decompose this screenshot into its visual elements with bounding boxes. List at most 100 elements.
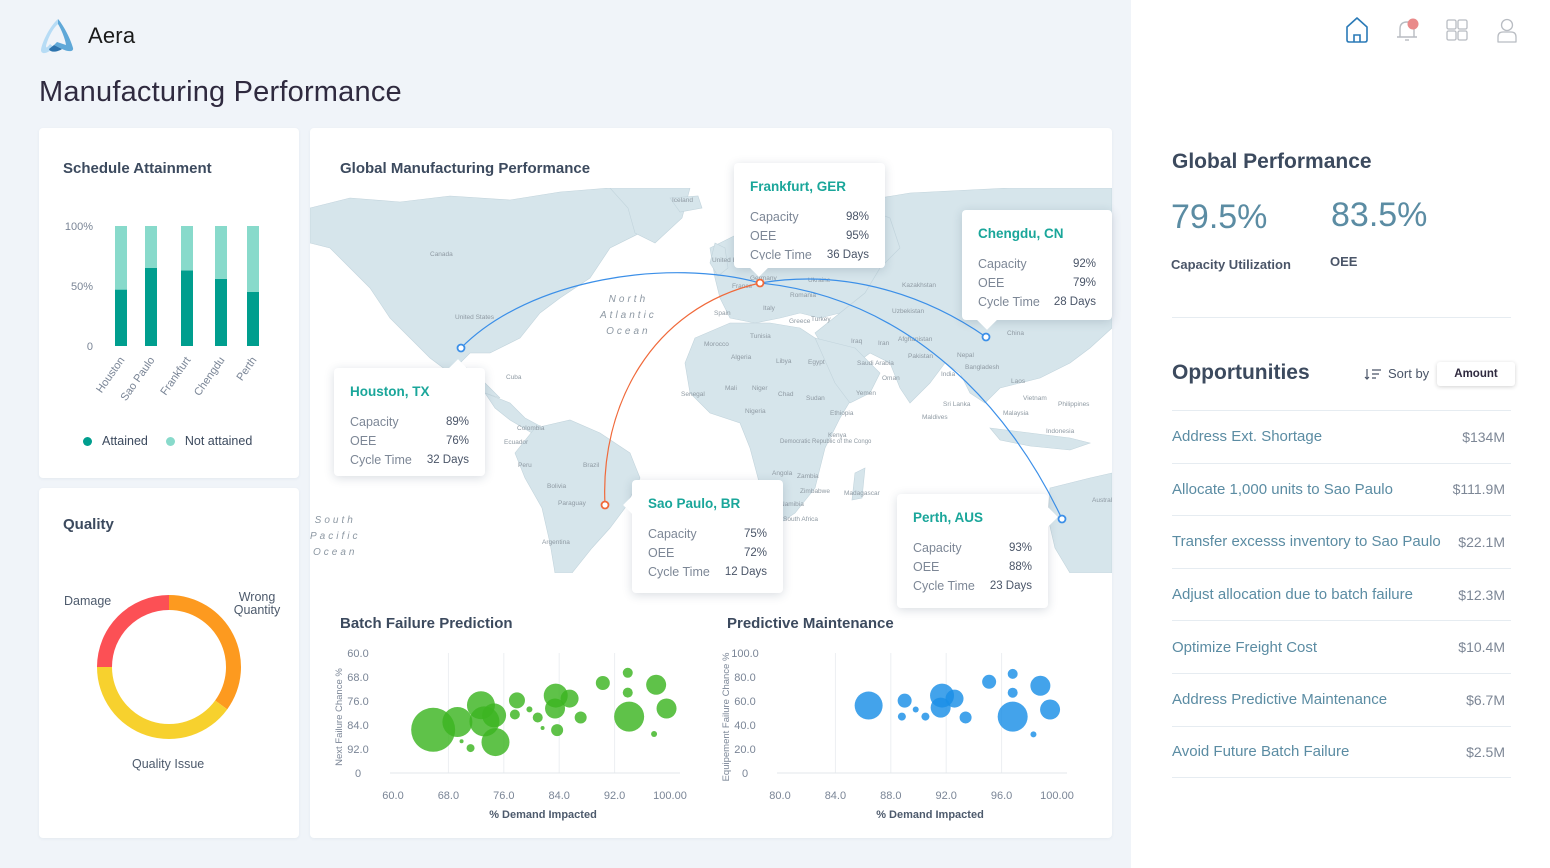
bubble[interactable]: [509, 709, 520, 720]
bubble[interactable]: [614, 701, 645, 732]
opportunity-item[interactable]: Allocate 1,000 units to Sao Paulo $111.9M: [1172, 462, 1511, 516]
aera-logo-icon: [41, 19, 74, 54]
opportunity-item[interactable]: Adjust allocation due to batch failure $1…: [1172, 567, 1511, 621]
sort-amount-button[interactable]: Amount: [1437, 362, 1515, 386]
bubble[interactable]: [622, 667, 633, 678]
capacity-utilization-value: 79.5%: [1171, 198, 1268, 236]
bubble[interactable]: [1007, 668, 1018, 679]
country-label: Turkey: [811, 316, 831, 323]
bubble[interactable]: [959, 711, 972, 724]
opportunity-item[interactable]: Avoid Future Batch Failure $2.5M: [1172, 725, 1511, 779]
site-card-perth[interactable]: Perth, AUS Capacity 93% OEE 88% Cycle Time…: [897, 494, 1058, 608]
site-capacity-row: Capacity 93%: [913, 541, 1032, 555]
bubble[interactable]: [540, 726, 545, 730]
bubble[interactable]: [912, 706, 919, 713]
bubble[interactable]: [459, 739, 464, 744]
bubble[interactable]: [532, 712, 543, 723]
legend-attained[interactable]: Attained: [83, 434, 148, 448]
bubble[interactable]: [997, 701, 1028, 732]
country-label: Laos: [1011, 378, 1026, 385]
bubble[interactable]: [651, 731, 658, 737]
donut-label-quality-issue: Quality Issue: [132, 757, 205, 771]
country-label: Argentina: [542, 539, 570, 546]
site-capacity-row: Capacity 89%: [350, 415, 469, 429]
site-city: Chengdu, CN: [978, 226, 1064, 241]
bubble[interactable]: [551, 724, 564, 737]
y-tick-label: 60.0: [734, 696, 755, 708]
site-card-frankfurt[interactable]: Frankfurt, GER Capacity 98% OEE 95% Cycle …: [734, 163, 885, 277]
site-oee-row: OEE 76%: [350, 434, 469, 448]
site-oee-row: OEE 79%: [978, 276, 1096, 290]
opportunity-name: Allocate 1,000 units to Sao Paulo: [1172, 480, 1393, 498]
site-card-houston[interactable]: Houston, TX Capacity 89% OEE 76% Cycle Tim…: [334, 359, 485, 476]
bubble[interactable]: [574, 711, 587, 724]
x-tick-label: 92.0: [604, 790, 625, 802]
quality-card: Quality Damage Wrong Quantity Quality Iss…: [39, 488, 299, 838]
x-tick-label: 92.0: [935, 790, 956, 802]
country-label: Namibia: [780, 501, 804, 508]
bubble[interactable]: [595, 676, 610, 690]
bubble[interactable]: [897, 693, 912, 708]
country-label: Egypt: [808, 359, 825, 366]
schedule-attainment-chart: 050%100%HoustonSao Paulo FrankfurtChengdu…: [65, 221, 260, 403]
bubble[interactable]: [508, 692, 525, 709]
country-label: Philippines: [1058, 401, 1090, 408]
quality-donut-chart: [97, 595, 241, 739]
bubble[interactable]: [1007, 687, 1018, 698]
opportunity-name: Avoid Future Batch Failure: [1172, 743, 1350, 761]
bubble[interactable]: [442, 707, 473, 737]
sort-by[interactable]: Sort by: [1364, 366, 1429, 381]
apps-button[interactable]: [1444, 15, 1470, 45]
bubble[interactable]: [656, 698, 677, 719]
site-card-saopaulo[interactable]: Sao Paulo, BR Capacity 75% OEE 72% Cycle T…: [623, 480, 783, 593]
bubble[interactable]: [1030, 675, 1051, 696]
opportunity-item[interactable]: Address Predictive Maintenance $6.7M: [1172, 672, 1511, 726]
site-oee-row: OEE 95%: [750, 229, 869, 243]
profile-button[interactable]: [1494, 15, 1520, 45]
country-label: Kazakhstan: [902, 282, 936, 289]
opportunity-item[interactable]: Transfer excesss inventory to Sao Paulo $…: [1172, 515, 1511, 568]
predictive-maintenance-chart: 80.0 84.0 88.0 92.0 96.0 100.00 100.0 80.0 60.0 4…: [721, 648, 1074, 821]
country-label: Cuba: [506, 374, 522, 381]
opportunity-item[interactable]: Optimize Freight Cost $10.4M: [1172, 620, 1511, 673]
site-oee-row: OEE 88%: [913, 560, 1032, 574]
notifications-button[interactable]: [1394, 15, 1420, 45]
global-performance-title: Global Performance: [1172, 150, 1372, 173]
country-label: China: [1007, 330, 1024, 337]
bubble[interactable]: [921, 712, 930, 721]
bubble[interactable]: [897, 712, 906, 721]
bubble[interactable]: [646, 674, 667, 695]
bubble[interactable]: [466, 744, 475, 753]
y-axis-title: Equipement Failure Chance %: [721, 652, 732, 781]
bubble[interactable]: [1040, 699, 1061, 720]
country-label: United States: [455, 314, 495, 321]
attained-swatch: [83, 436, 92, 446]
logo[interactable]: Aera: [38, 16, 135, 56]
bubble[interactable]: [526, 706, 533, 713]
bubble[interactable]: [854, 691, 883, 720]
notification-badge: [1407, 18, 1419, 30]
marker-chengdu: [981, 332, 991, 342]
y-tick-label: 100%: [65, 221, 93, 233]
bubble[interactable]: [622, 687, 633, 698]
bubble[interactable]: [945, 689, 964, 708]
bubble[interactable]: [1030, 731, 1037, 738]
site-card-chengdu[interactable]: Chengdu, CN Capacity 92% OEE 79% Cycle Tim…: [962, 210, 1112, 330]
country-label: Ecuador: [504, 439, 529, 446]
bubble[interactable]: [982, 674, 997, 689]
home-button[interactable]: [1344, 15, 1370, 45]
north-america-shape: [310, 188, 651, 399]
donut-slice-quality-issue[interactable]: [97, 667, 228, 739]
x-tick-label: 100.00: [653, 790, 687, 802]
sort-by-label: Sort by: [1388, 366, 1430, 381]
marker-houston: [456, 343, 466, 353]
opportunity-name: Address Predictive Maintenance: [1172, 691, 1388, 709]
bubble[interactable]: [481, 728, 510, 757]
y-tick-label: 40.0: [734, 720, 755, 732]
legend-not-attained[interactable]: Not attained: [165, 434, 252, 448]
opportunity-item[interactable]: Address Ext. Shortage $134M: [1172, 410, 1511, 463]
country-label: Malaysia: [1003, 410, 1029, 417]
bubble[interactable]: [560, 689, 579, 708]
schedule-legend: Attained Not attained: [83, 434, 252, 448]
oee-value: 83.5%: [1331, 196, 1428, 234]
